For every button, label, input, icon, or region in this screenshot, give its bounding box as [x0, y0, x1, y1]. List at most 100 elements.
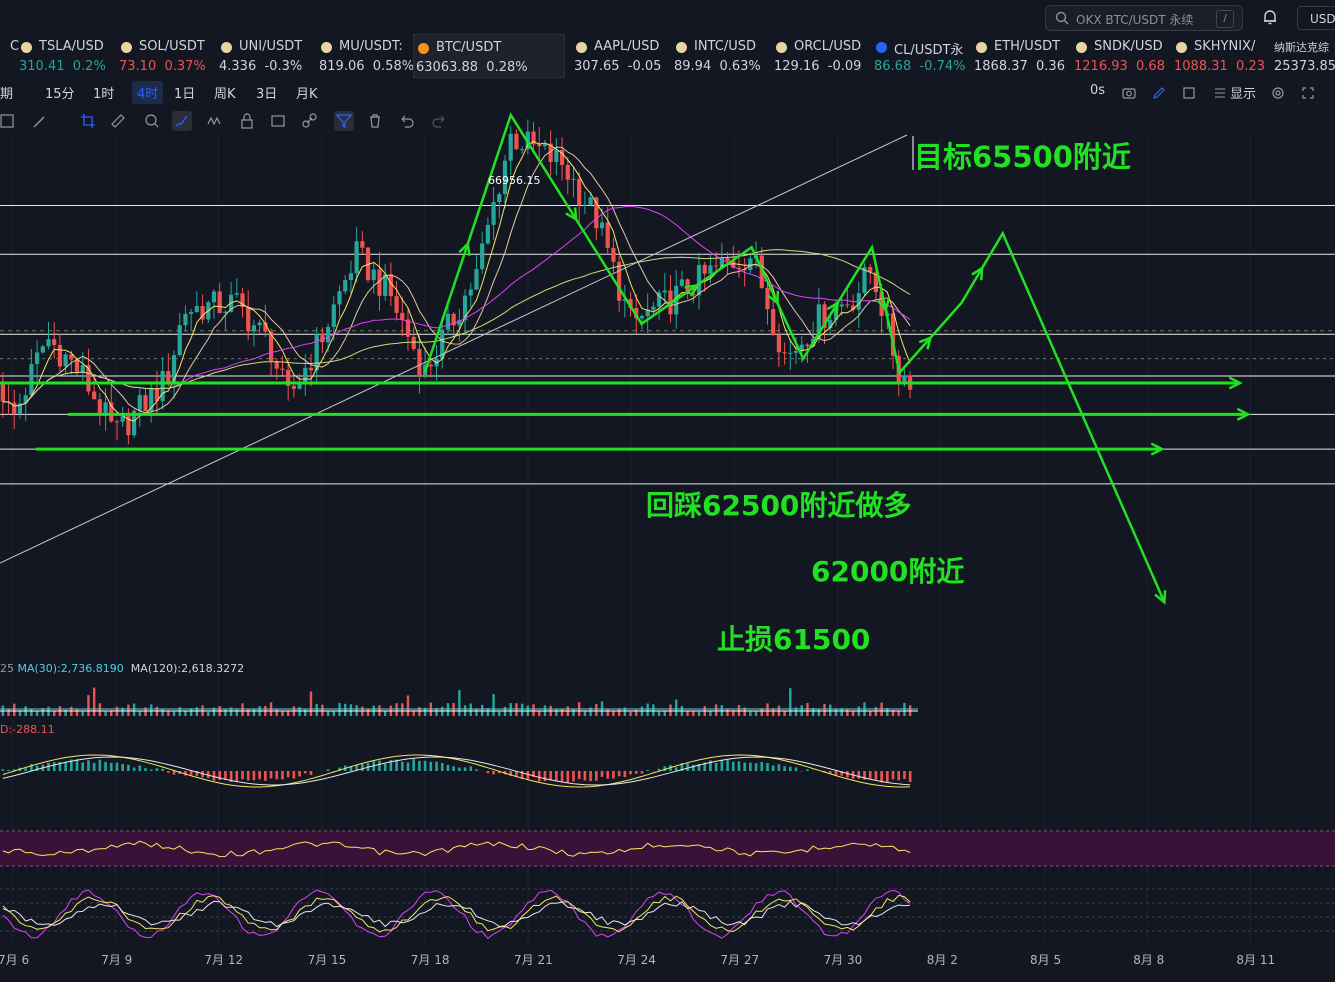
timeframe-5[interactable]: 周K [214, 83, 236, 102]
ticker-3[interactable]: UNI/USDT 4.336 -0.3% [217, 34, 317, 78]
volume-bar [640, 706, 644, 716]
ticker-8[interactable]: ORCL/USD 129.16 -0.09 [772, 34, 872, 78]
candle-body [331, 304, 336, 327]
volume-bar [161, 708, 164, 716]
candle-body [873, 272, 879, 293]
candle-body [126, 416, 131, 436]
macd-bar [863, 771, 866, 780]
arrow-head [971, 265, 984, 281]
lock-icon[interactable] [237, 111, 257, 131]
macd-bar [760, 762, 764, 771]
crop-icon[interactable] [78, 111, 98, 131]
volume-bar [526, 705, 530, 716]
layers-icon[interactable] [268, 111, 288, 131]
ticker-5[interactable]: BTC/USDT 63063.88 0.28% [413, 34, 565, 78]
candle-body [890, 313, 896, 356]
filter-icon[interactable] [334, 111, 354, 131]
arrow-head [565, 207, 578, 222]
macd-bar [714, 762, 718, 771]
ticker-12[interactable]: SKHYNIX/1088.31 0.23 [1172, 34, 1272, 78]
macd-bar [686, 763, 689, 771]
candle-body [902, 375, 907, 383]
macd-bar [115, 762, 119, 771]
candle-body [793, 350, 799, 353]
macd-bar [572, 771, 575, 782]
ticker-13[interactable]: 纳斯达克综 25373.85 [1272, 34, 1335, 78]
candle-body [160, 371, 165, 401]
ma-line [2, 146, 911, 414]
redo-icon[interactable] [429, 111, 449, 131]
volume-bar [24, 706, 27, 716]
candle-body [109, 402, 114, 422]
timeframe-1[interactable]: 15分 [45, 83, 75, 102]
macd-bar [617, 771, 621, 777]
symbol-search[interactable]: OKX BTC/USDT 永续 / [1045, 5, 1243, 31]
macd-bar [435, 761, 438, 771]
volume-bar [406, 695, 410, 716]
candle-body [314, 333, 319, 371]
timeframe-0[interactable]: 期 [0, 83, 13, 102]
fullscreen-icon[interactable] [1300, 85, 1316, 101]
volume-bar [275, 709, 278, 716]
magic-wand-icon[interactable] [30, 111, 50, 131]
candle-body [183, 313, 188, 326]
trash-icon[interactable] [365, 111, 385, 131]
pencil-icon[interactable] [1151, 85, 1167, 101]
macd-bar [452, 766, 455, 771]
brush-icon[interactable] [172, 111, 192, 131]
macd-bar [520, 771, 524, 780]
display-button[interactable]: 显示 [1230, 83, 1256, 102]
candle-body [668, 290, 673, 315]
ticker-4[interactable]: MU/USDT: 819.06 0.58% [317, 34, 417, 78]
macd-bar [87, 760, 90, 771]
ruler-icon[interactable] [108, 111, 128, 131]
settings-icon[interactable] [1270, 85, 1286, 101]
seconds-indicator[interactable]: 0s [1090, 83, 1105, 98]
target-annotation: 目标65500附近 [914, 140, 1131, 174]
zoom-icon[interactable] [142, 111, 162, 131]
timeframe-3[interactable]: 4时 [132, 81, 164, 104]
list-icon[interactable] [1213, 86, 1227, 100]
popout-icon[interactable] [1181, 85, 1197, 101]
timeframe-7[interactable]: 月K [296, 83, 318, 102]
ticker-2[interactable]: SOL/USDT 73.10 0.37% [117, 34, 217, 78]
ticker-7[interactable]: INTC/USD 89.94 0.63% [672, 34, 772, 78]
ticker-1[interactable]: TSLA/USD 310.41 0.2% [17, 34, 117, 78]
volume-bar [674, 699, 678, 716]
volume-bar [75, 708, 79, 716]
ticker-9[interactable]: CL/USDT永 86.68 -0.74% [872, 34, 972, 78]
volume-bar [366, 708, 370, 716]
ticker-price: 819.06 0.58% [319, 59, 415, 74]
volume-bar [543, 705, 547, 716]
macd-bar [663, 766, 667, 771]
timeframe-6[interactable]: 3日 [256, 83, 277, 102]
macd-bar [475, 769, 478, 771]
pattern-icon[interactable] [205, 111, 225, 131]
macd-bar [777, 764, 781, 771]
timeframe-4[interactable]: 1日 [174, 83, 195, 102]
macd-bar [12, 769, 16, 771]
ticker-11[interactable]: SNDK/USD 1216.93 0.68 [1072, 34, 1172, 78]
timeframe-2[interactable]: 1时 [93, 83, 114, 102]
macd-bar [674, 767, 678, 771]
ticker-6[interactable]: AAPL/USD 307.65 -0.05 [572, 34, 672, 78]
candle-body [833, 306, 839, 320]
link-icon[interactable] [300, 111, 320, 131]
volume-bar [817, 708, 821, 716]
layout-icon[interactable] [0, 111, 18, 131]
candle-body [434, 358, 439, 367]
volume-bar [709, 710, 712, 716]
ticker-price: 89.94 0.63% [674, 59, 761, 74]
currency-selector[interactable]: USD [1297, 6, 1335, 30]
ticker-10[interactable]: ETH/USDT 1868.37 0.36 [972, 34, 1072, 78]
camera-icon[interactable] [1121, 85, 1137, 101]
kdj-line [2, 900, 911, 928]
undo-icon[interactable] [397, 111, 417, 131]
volume-bar [686, 711, 689, 716]
candle-body [297, 382, 302, 389]
candle-body [411, 336, 416, 349]
volume-bar [606, 708, 609, 716]
macd-bar [566, 771, 570, 783]
bell-icon[interactable] [1261, 8, 1279, 26]
volume-bar [304, 709, 307, 716]
